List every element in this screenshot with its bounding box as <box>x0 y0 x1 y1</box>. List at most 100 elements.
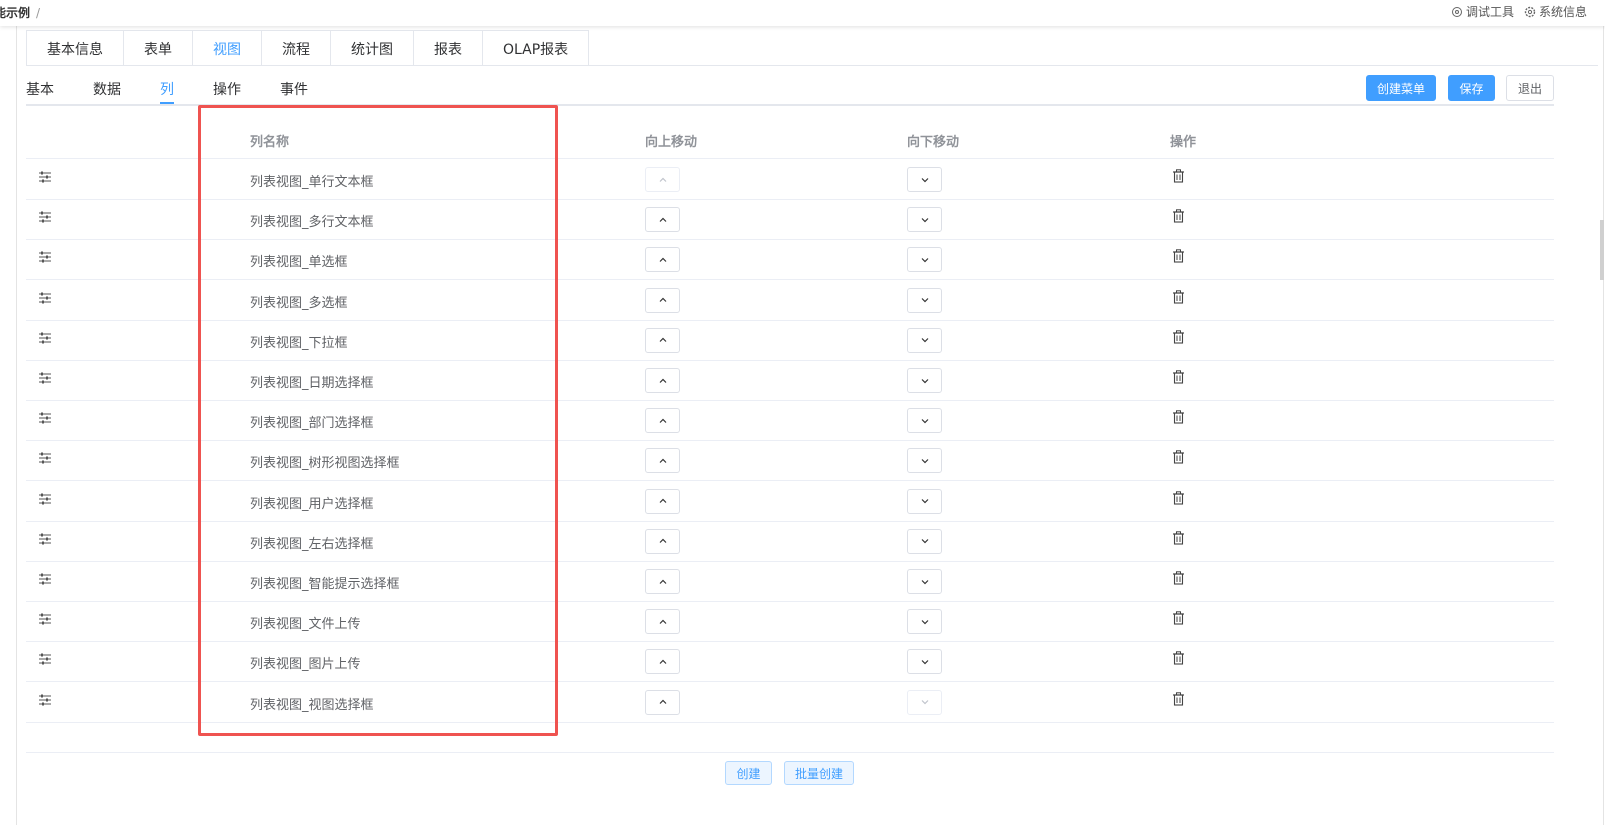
table-row: 列表视图_日期选择框 <box>26 360 1554 401</box>
delete-icon[interactable] <box>1172 209 1185 223</box>
move-up-button[interactable] <box>645 488 680 514</box>
delete-icon[interactable] <box>1172 691 1185 706</box>
drag-handle-icon[interactable] <box>38 332 52 344</box>
move-up-button[interactable] <box>645 569 680 594</box>
breadcrumb-item[interactable]: 能示例 <box>0 6 30 20</box>
move-up-button[interactable] <box>645 287 680 313</box>
bug-icon <box>1451 6 1462 17</box>
left-border <box>16 26 17 825</box>
move-up-button[interactable] <box>645 408 680 434</box>
drag-handle-icon[interactable] <box>38 412 52 424</box>
move-up-button[interactable] <box>645 327 680 353</box>
delete-icon[interactable] <box>1172 370 1185 384</box>
save-button[interactable]: 保存 <box>1448 75 1495 101</box>
move-up-button[interactable] <box>645 448 680 474</box>
move-up-button[interactable] <box>645 528 680 554</box>
chevron-down-icon <box>921 378 928 383</box>
move-up-button[interactable] <box>645 689 680 715</box>
delete-icon[interactable] <box>1172 330 1185 344</box>
move-down-button[interactable] <box>907 609 942 635</box>
move-down-button[interactable] <box>907 287 942 313</box>
table-row: 列表视图_视图选择框 <box>26 682 1554 723</box>
move-down-button[interactable] <box>907 528 942 554</box>
tab-olap-report[interactable]: OLAP报表 <box>482 30 590 66</box>
move-down-button[interactable] <box>907 368 942 393</box>
drag-handle-icon[interactable] <box>38 211 52 223</box>
move-down-button[interactable] <box>907 167 942 192</box>
drag-handle-icon[interactable] <box>38 171 52 183</box>
chevron-down-icon <box>921 499 928 504</box>
move-down-button[interactable] <box>907 488 942 514</box>
table-row: 列表视图_单行文本框 <box>26 159 1554 200</box>
tab-basic-info[interactable]: 基本信息 <box>26 30 123 66</box>
system-info-link[interactable]: 系统信息 <box>1524 3 1587 20</box>
delete-icon[interactable] <box>1172 611 1185 625</box>
tab-chart[interactable]: 统计图 <box>330 30 413 66</box>
debug-tool-link[interactable]: 调试工具 <box>1451 3 1514 20</box>
move-up-button[interactable] <box>645 609 680 635</box>
drag-handle-icon[interactable] <box>38 613 52 625</box>
drag-handle-icon[interactable] <box>38 573 52 585</box>
main-tabs: 基本信息 表单 视图 流程 统计图 报表 OLAP报表 <box>26 30 590 66</box>
tab-form[interactable]: 表单 <box>123 30 192 66</box>
drag-handle-icon[interactable] <box>38 533 52 545</box>
move-up-button[interactable] <box>645 207 680 233</box>
subtab-operations[interactable]: 操作 <box>213 74 241 104</box>
drag-handle-icon[interactable] <box>38 653 52 665</box>
move-down-button[interactable] <box>907 327 942 353</box>
delete-icon[interactable] <box>1172 410 1185 424</box>
create-button[interactable]: 创建 <box>725 761 772 785</box>
table-row: 列表视图_智能提示选择框 <box>26 561 1554 602</box>
table-row: 列表视图_单选框 <box>26 239 1554 281</box>
move-down-button[interactable] <box>907 207 942 233</box>
delete-icon[interactable] <box>1172 169 1185 183</box>
move-down-button[interactable] <box>907 448 942 474</box>
delete-icon[interactable] <box>1172 571 1185 585</box>
chevron-down-icon <box>921 418 928 424</box>
table-row: 列表视图_文件上传 <box>26 601 1554 643</box>
subtab-data[interactable]: 数据 <box>93 74 121 104</box>
drag-handle-icon[interactable] <box>38 493 52 505</box>
tab-report[interactable]: 报表 <box>413 30 482 66</box>
move-up-button[interactable] <box>645 649 680 675</box>
drag-handle-icon[interactable] <box>38 372 52 384</box>
delete-icon[interactable] <box>1172 450 1185 464</box>
tab-flow[interactable]: 流程 <box>261 30 330 66</box>
move-down-button[interactable] <box>907 247 942 273</box>
delete-icon[interactable] <box>1172 531 1185 545</box>
chevron-down-icon <box>921 217 928 223</box>
delete-icon[interactable] <box>1172 249 1185 263</box>
header-move-down: 向下移动 <box>907 135 960 150</box>
top-bar: 能示例 / 调试工具 系统信息 <box>0 0 1605 26</box>
chevron-down-icon <box>921 177 928 182</box>
table-row: 列表视图_部门选择框 <box>26 400 1554 442</box>
move-up-button[interactable] <box>645 247 680 273</box>
drag-handle-icon[interactable] <box>38 452 52 464</box>
debug-tool-label: 调试工具 <box>1465 5 1514 19</box>
move-down-button[interactable] <box>907 569 942 594</box>
column-name: 列表视图_日期选择框 <box>250 376 374 391</box>
chevron-up-icon <box>659 257 666 262</box>
tab-view[interactable]: 视图 <box>192 30 261 66</box>
move-down-button[interactable] <box>907 649 942 675</box>
delete-icon[interactable] <box>1172 289 1185 304</box>
subtab-columns[interactable]: 列 <box>160 74 174 104</box>
drag-handle-icon[interactable] <box>38 292 52 304</box>
move-up-button[interactable] <box>645 368 680 393</box>
create-menu-button[interactable]: 创建菜单 <box>1366 75 1436 101</box>
batch-create-button[interactable]: 批量创建 <box>784 761 854 785</box>
chevron-up-icon <box>659 538 666 544</box>
drag-handle-icon[interactable] <box>38 694 52 706</box>
delete-icon[interactable] <box>1172 490 1185 505</box>
main-tabs-divider <box>26 65 1598 66</box>
move-down-button[interactable] <box>907 408 942 434</box>
move-up-button[interactable] <box>645 167 680 192</box>
subtab-events[interactable]: 事件 <box>280 74 308 104</box>
move-down-button[interactable] <box>907 689 942 715</box>
drag-handle-icon[interactable] <box>38 251 52 263</box>
delete-icon[interactable] <box>1172 651 1185 665</box>
subtab-basic[interactable]: 基本 <box>26 74 54 104</box>
exit-button[interactable]: 退出 <box>1506 75 1554 101</box>
scrollbar-thumb[interactable] <box>1600 220 1604 280</box>
header-move-up: 向上移动 <box>645 135 698 150</box>
